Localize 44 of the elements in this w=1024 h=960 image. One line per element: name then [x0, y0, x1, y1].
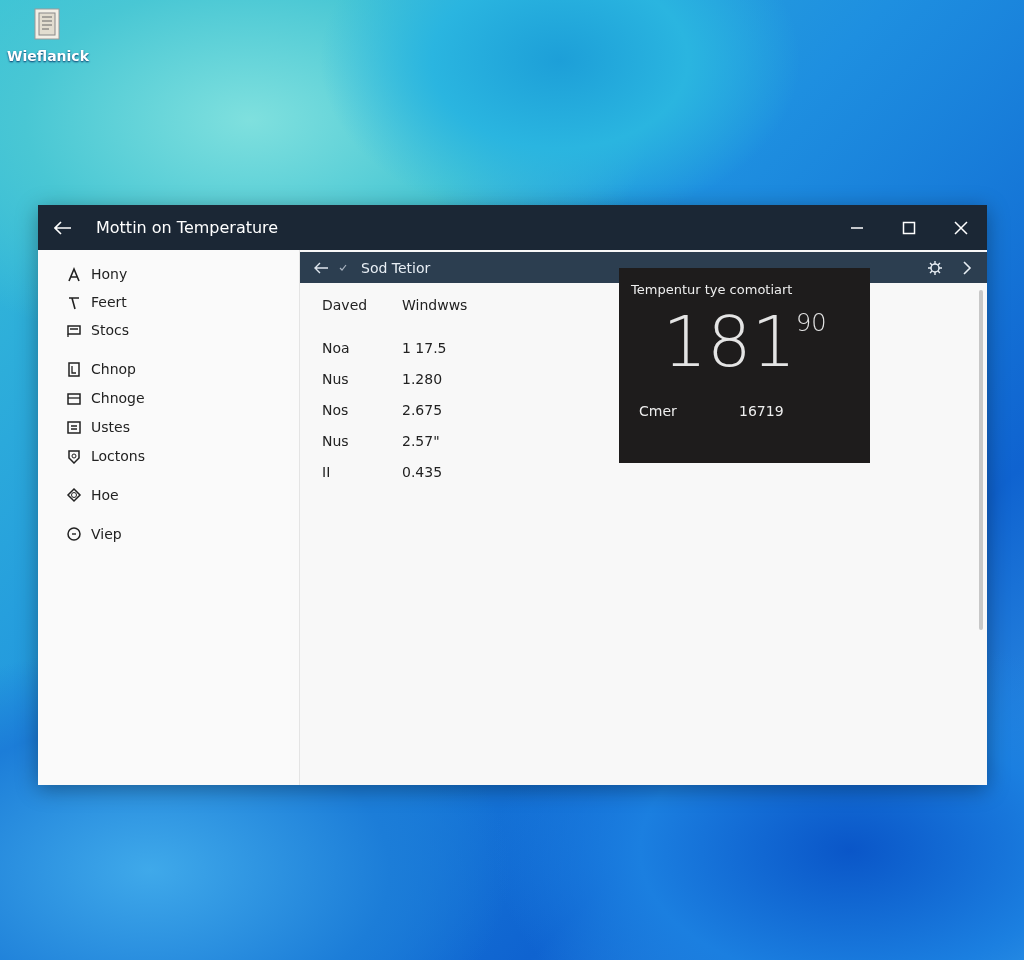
- close-icon: [954, 220, 968, 235]
- sidebar-item[interactable]: Chnop: [66, 359, 299, 379]
- diamond-icon: [66, 487, 82, 503]
- window-title: Mottin on Temperature: [96, 218, 280, 237]
- sidebar-item[interactable]: Chnoge: [66, 388, 299, 408]
- sidebar-item[interactable]: Ustes: [66, 417, 299, 437]
- table-cell: 2.57": [402, 432, 440, 449]
- shield-icon: [66, 448, 82, 464]
- card-title: Tempentur tye comotiart: [631, 282, 794, 297]
- table-cell: Noa: [322, 339, 350, 356]
- table-cell: 1 17.5: [402, 339, 447, 356]
- scrollbar[interactable]: [979, 290, 983, 630]
- list-icon: [66, 419, 82, 435]
- table-cell: Nus: [322, 370, 349, 387]
- toolbar-title: Sod Tetior: [361, 259, 432, 276]
- temperature-reading: 181$^{90}$: [661, 307, 828, 377]
- chat-icon: [66, 322, 82, 338]
- chevron-icon: [961, 260, 973, 275]
- settings-icon: [927, 259, 943, 276]
- sidebar-item[interactable]: Loctons: [66, 446, 299, 466]
- table-cell: 0.435: [402, 463, 443, 480]
- folder-icon: [66, 390, 82, 406]
- table-cell: Nus: [322, 432, 349, 449]
- sidebar-item[interactable]: Hoe: [66, 485, 299, 505]
- table-cell: II: [322, 463, 331, 480]
- sidebar-item[interactable]: Feert: [66, 292, 299, 312]
- check-icon: [339, 263, 347, 272]
- table-cell: 2.675: [402, 401, 443, 418]
- column-header: Daved: [322, 297, 368, 313]
- circle-icon: [66, 526, 82, 542]
- letter-icon: [66, 266, 82, 282]
- back-button[interactable]: [314, 261, 329, 274]
- maximize-icon: [902, 220, 916, 235]
- sidebar-item[interactable]: Viep: [66, 524, 299, 544]
- card-label: Cmer: [639, 403, 678, 419]
- table-cell: Nos: [322, 401, 349, 418]
- sidebar-item[interactable]: Hony: [66, 264, 299, 284]
- column-header: Windwws: [402, 297, 468, 313]
- sidebar-item[interactable]: Stocs: [66, 320, 299, 340]
- tool-icon: [66, 294, 82, 310]
- card-value: 16719: [739, 403, 784, 419]
- table-cell: 1.280: [402, 370, 443, 387]
- minimize-icon: [850, 226, 864, 229]
- document-icon: [66, 361, 82, 377]
